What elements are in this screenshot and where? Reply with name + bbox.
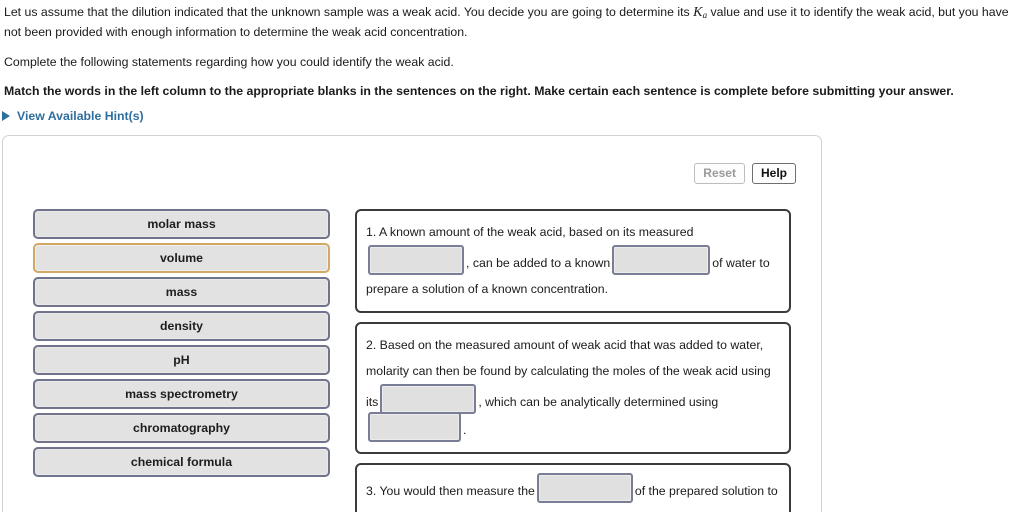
- ka-symbol-intro: Ka: [693, 5, 707, 20]
- panel-toolbar: Reset Help: [694, 163, 796, 184]
- activity-panel: Reset Help molar mass volume mass densit…: [2, 135, 822, 512]
- sentence-card-3: 3. You would then measure the of the prep…: [355, 463, 791, 512]
- drop-blank-1-2[interactable]: [612, 245, 711, 275]
- sentence-1-seg3: of water to: [712, 256, 770, 270]
- word-tile-density[interactable]: density: [33, 311, 330, 341]
- sentence-3-seg2: of the prepared solution to: [634, 484, 778, 498]
- drop-blank-2-1[interactable]: [380, 384, 477, 414]
- intro-paragraph-1-part1: Let us assume that the dilution indicate…: [4, 5, 694, 19]
- word-tile-label: density: [159, 319, 204, 333]
- sentence-2-seg4: , which can be analytically determined u…: [478, 395, 719, 409]
- sentence-3-seg1: 3. You would then measure the: [366, 484, 535, 498]
- word-tile-label: mass: [165, 285, 198, 299]
- word-tile-label: pH: [173, 353, 190, 367]
- word-tile-ph[interactable]: pH: [33, 345, 330, 375]
- sentence-2-seg5: .: [463, 423, 467, 437]
- word-bank: molar mass volume mass density pH mass s…: [33, 209, 330, 512]
- sentence-2-line-1: 2. Based on the measured amount of weak …: [366, 338, 764, 352]
- intro-paragraph-3: Match the words in the left column to th…: [4, 84, 954, 98]
- help-button[interactable]: Help: [751, 163, 796, 184]
- triangle-right-icon: [2, 111, 10, 121]
- drop-blank-1-1[interactable]: [368, 245, 464, 275]
- intro-paragraph-2: Complete the following statements regard…: [4, 55, 454, 69]
- drop-blank-3-1[interactable]: [536, 473, 633, 503]
- sentence-card-2: 2. Based on the measured amount of weak …: [355, 322, 791, 454]
- intro-prose: Let us assume that the dilution indicate…: [0, 0, 1024, 100]
- sentence-cards: 1. A known amount of the weak acid, base…: [355, 209, 791, 512]
- sentence-1-seg2: , can be added to a known: [466, 256, 611, 270]
- sentence-1-line-3: prepare a solution of a known concentrat…: [366, 282, 608, 296]
- word-tile-mass[interactable]: mass: [33, 277, 330, 307]
- ka-base: K: [693, 5, 703, 20]
- drop-blank-2-2[interactable]: [368, 412, 461, 442]
- sentence-1-line-1: 1. A known amount of the weak acid, base…: [366, 225, 694, 239]
- view-hints-link[interactable]: View Available Hint(s): [0, 109, 144, 123]
- sentence-2-line-2: molarity can then be found by calculatin…: [366, 364, 771, 378]
- word-tile-chemical-formula[interactable]: chemical formula: [33, 447, 330, 477]
- matching-area: molar mass volume mass density pH mass s…: [33, 209, 791, 512]
- view-hints-label: View Available Hint(s): [17, 109, 144, 123]
- word-tile-label: molar mass: [147, 217, 216, 231]
- word-tile-label: mass spectrometry: [125, 387, 238, 401]
- word-tile-label: chromatography: [132, 421, 231, 435]
- intro-paragraph-1: Let us assume that the dilution indicate…: [4, 4, 1018, 41]
- word-tile-label: volume: [159, 251, 204, 265]
- sentence-2-seg3: its: [366, 395, 379, 409]
- word-tile-chromatography[interactable]: chromatography: [33, 413, 330, 443]
- word-tile-label: chemical formula: [130, 455, 233, 469]
- word-tile-mass-spectrometry[interactable]: mass spectrometry: [33, 379, 330, 409]
- reset-button[interactable]: Reset: [694, 163, 745, 184]
- word-tile-molar-mass[interactable]: molar mass: [33, 209, 330, 239]
- sentence-card-1: 1. A known amount of the weak acid, base…: [355, 209, 791, 313]
- word-tile-volume[interactable]: volume: [33, 243, 330, 273]
